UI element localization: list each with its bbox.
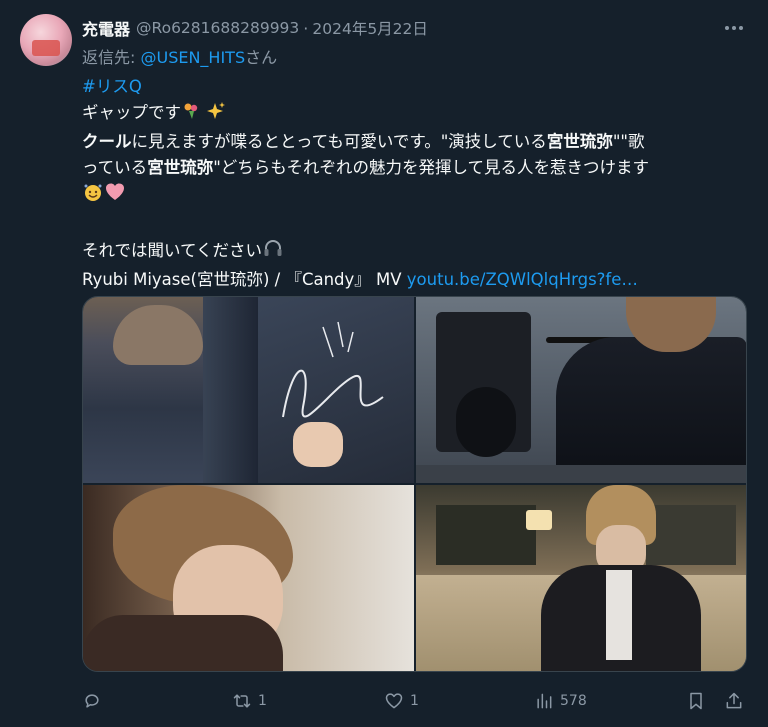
like-button[interactable]: 1 xyxy=(384,688,419,714)
tweet-line-5: それでは聞いてください xyxy=(82,241,263,260)
bookmark-button[interactable] xyxy=(686,688,706,714)
photo-singing-microphone[interactable] xyxy=(416,297,746,483)
reply-icon xyxy=(85,694,99,708)
tweet-text: #リスQ ギャップです クールに見えますが喋るととっても可愛いです。"演技してい… xyxy=(82,74,752,293)
reply-prefix: 返信先: xyxy=(82,48,141,67)
views-button[interactable]: 578 xyxy=(534,688,587,714)
tweet-date[interactable]: 2024年5月22日 xyxy=(312,17,428,39)
tweet-line-2b: ""歌 xyxy=(612,132,645,151)
headphones-emoji-icon xyxy=(262,237,284,267)
pink-heart-emoji-icon xyxy=(104,181,126,211)
photo-smiling-portrait[interactable] xyxy=(83,485,414,671)
like-count: 1 xyxy=(410,693,419,709)
author-handle[interactable]: @Ro6281688289993 xyxy=(136,19,299,37)
bookmark-icon xyxy=(690,692,702,710)
views-icon xyxy=(537,693,552,709)
more-icon[interactable] xyxy=(720,14,748,42)
tweet-line-2a: に見えますが喋るととっても可愛いです。"演技している xyxy=(131,132,547,151)
separator-dot: · xyxy=(303,18,309,38)
smiling-face-emoji-icon xyxy=(82,181,104,211)
share-button[interactable] xyxy=(724,688,744,714)
reply-context: 返信先: @USEN_HITSさん xyxy=(82,44,277,68)
media-grid xyxy=(82,296,747,672)
photo-outdoor-night[interactable] xyxy=(416,485,746,671)
tweet-line-3a: っている xyxy=(82,158,148,177)
share-icon xyxy=(726,692,742,709)
reply-suffix: さん xyxy=(245,48,278,67)
hashtag-link[interactable]: #リスQ xyxy=(82,77,142,96)
author-name[interactable]: 充電器 xyxy=(82,16,130,40)
tweet-line-1: ギャップです xyxy=(82,103,181,122)
reply-button[interactable] xyxy=(82,688,108,714)
views-count: 578 xyxy=(560,693,587,709)
heart-icon xyxy=(385,693,403,709)
bouquet-emoji-icon xyxy=(181,101,201,129)
retweet-count: 1 xyxy=(258,693,267,709)
tweet-line-3b: "どちらもそれぞれの魅力を発揮して見る人を惹きつけます xyxy=(213,158,649,177)
photo-signing-autograph[interactable] xyxy=(83,297,414,483)
retweet-button[interactable]: 1 xyxy=(232,688,267,714)
tweet-header: 充電器 @Ro6281688289993 · 2024年5月22日 xyxy=(82,16,428,40)
tweet-line-6: Ryubi Miyase(宮世琉弥) / 『Candy』 MV xyxy=(82,270,407,289)
avatar[interactable] xyxy=(20,14,72,66)
tweet-line-3-bold: 宮世琉弥 xyxy=(147,158,214,177)
reply-target-link[interactable]: @USEN_HITS xyxy=(140,48,245,67)
youtube-link[interactable]: youtu.be/ZQWlQlqHrgs?fe… xyxy=(407,270,638,289)
tweet-line-2-bold: クール xyxy=(82,132,132,151)
tweet-line-2-bold2: 宮世琉弥 xyxy=(546,132,613,151)
sparkles-emoji-icon xyxy=(206,101,226,129)
retweet-icon xyxy=(233,694,251,708)
tweet-actions: 1 1 578 xyxy=(82,688,752,714)
